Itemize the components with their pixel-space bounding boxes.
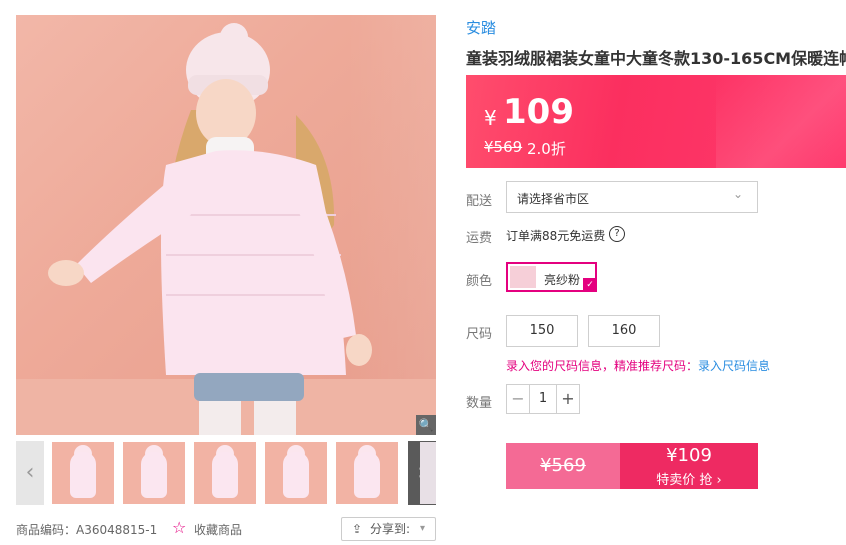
size-info-link[interactable]: 录入尺码信息 [698,359,770,373]
share-label: 分享到: [370,522,411,536]
chevron-left-icon[interactable]: ‹ [16,441,44,505]
quantity-label: 数量 [466,396,493,411]
share-button[interactable]: ⇪ 分享到: ▾ [341,517,436,541]
size-tip: 录入您的尺码信息，精准推荐尺码：录入尺码信息 [506,357,770,374]
discount-rate: 2.0折 [527,140,566,158]
help-icon[interactable]: ? [609,226,625,242]
color-option-label: 亮纱粉 [544,273,581,287]
shipping-label: 运费 [466,231,493,246]
buy-original-price: ¥569 [506,443,620,489]
buy-action-label: 特卖价 抢 › [656,473,722,488]
thumbnail-2[interactable] [123,442,185,504]
size-tip-text: 录入您的尺码信息，精准推荐尺码： [506,359,699,373]
thumbnail-figure [354,452,380,498]
product-title: 童装羽绒服裙装女童中大童冬款130-165CM保暖连帽 [466,49,846,68]
size-option-150[interactable]: 150 [506,315,578,347]
buy-sale-price: ¥109 [666,445,712,466]
thumbnail-strip: ‹ › [16,441,436,505]
color-label: 颜色 [466,274,493,289]
delivery-label: 配送 [466,194,493,209]
girl-in-pink-down-jacket-illustration [48,23,372,435]
thumbnail-3[interactable] [194,442,256,504]
plus-icon[interactable]: + [556,385,579,413]
star-icon[interactable]: ☆ [172,518,186,537]
magnifier-icon[interactable]: 🔍 [416,415,436,435]
price-box: ¥ 109 ¥569 2.0折 [466,75,846,168]
shipping-info: 订单满88元免运费 [506,229,606,243]
region-select-value: 请选择省市区 [517,192,590,206]
thumbnail-figure [70,452,96,498]
original-price: ¥569 [484,138,523,156]
thumbnail-4[interactable] [265,442,327,504]
brand-link[interactable]: 安踏 [466,17,496,38]
chevron-down-icon: ⌄ [732,187,743,201]
main-product-image[interactable]: 🔍 [16,15,436,435]
thumbnail-6-partial[interactable] [420,442,436,504]
size-label: 尺码 [466,327,493,342]
price-box-sheen [716,75,846,168]
product-meta-row: 商品编码：A36048815-1 ☆ 收藏商品 ⇪ 分享到: ▾ [16,517,436,541]
color-swatch-thumbnail [510,266,536,288]
product-code: 商品编码：A36048815-1 [16,523,158,537]
thumbnail-figure [212,452,238,498]
thumbnail-1[interactable] [52,442,114,504]
buy-sale-block[interactable]: ¥109 特卖价 抢 › [620,443,758,489]
quantity-stepper: − 1 + [506,384,580,414]
checkmark-icon: ✓ [583,278,597,292]
thumbnail-5[interactable] [336,442,398,504]
thumbnail-figure [141,452,167,498]
quantity-value[interactable]: 1 [529,385,557,413]
currency-symbol: ¥ [484,106,497,130]
minus-icon[interactable]: − [507,385,530,413]
current-price: 109 [503,92,574,132]
region-select[interactable]: 请选择省市区 ⌄ [506,181,758,213]
favorite-button[interactable]: 收藏商品 [194,521,242,538]
color-option-selected[interactable]: 亮纱粉 ✓ [506,262,597,292]
thumbnail-figure [283,452,309,498]
size-option-160[interactable]: 160 [588,315,660,347]
share-icon: ⇪ [352,522,363,536]
buy-button[interactable]: ¥569 ¥109 特卖价 抢 › [506,443,758,489]
caret-down-icon: ▾ [420,523,426,534]
